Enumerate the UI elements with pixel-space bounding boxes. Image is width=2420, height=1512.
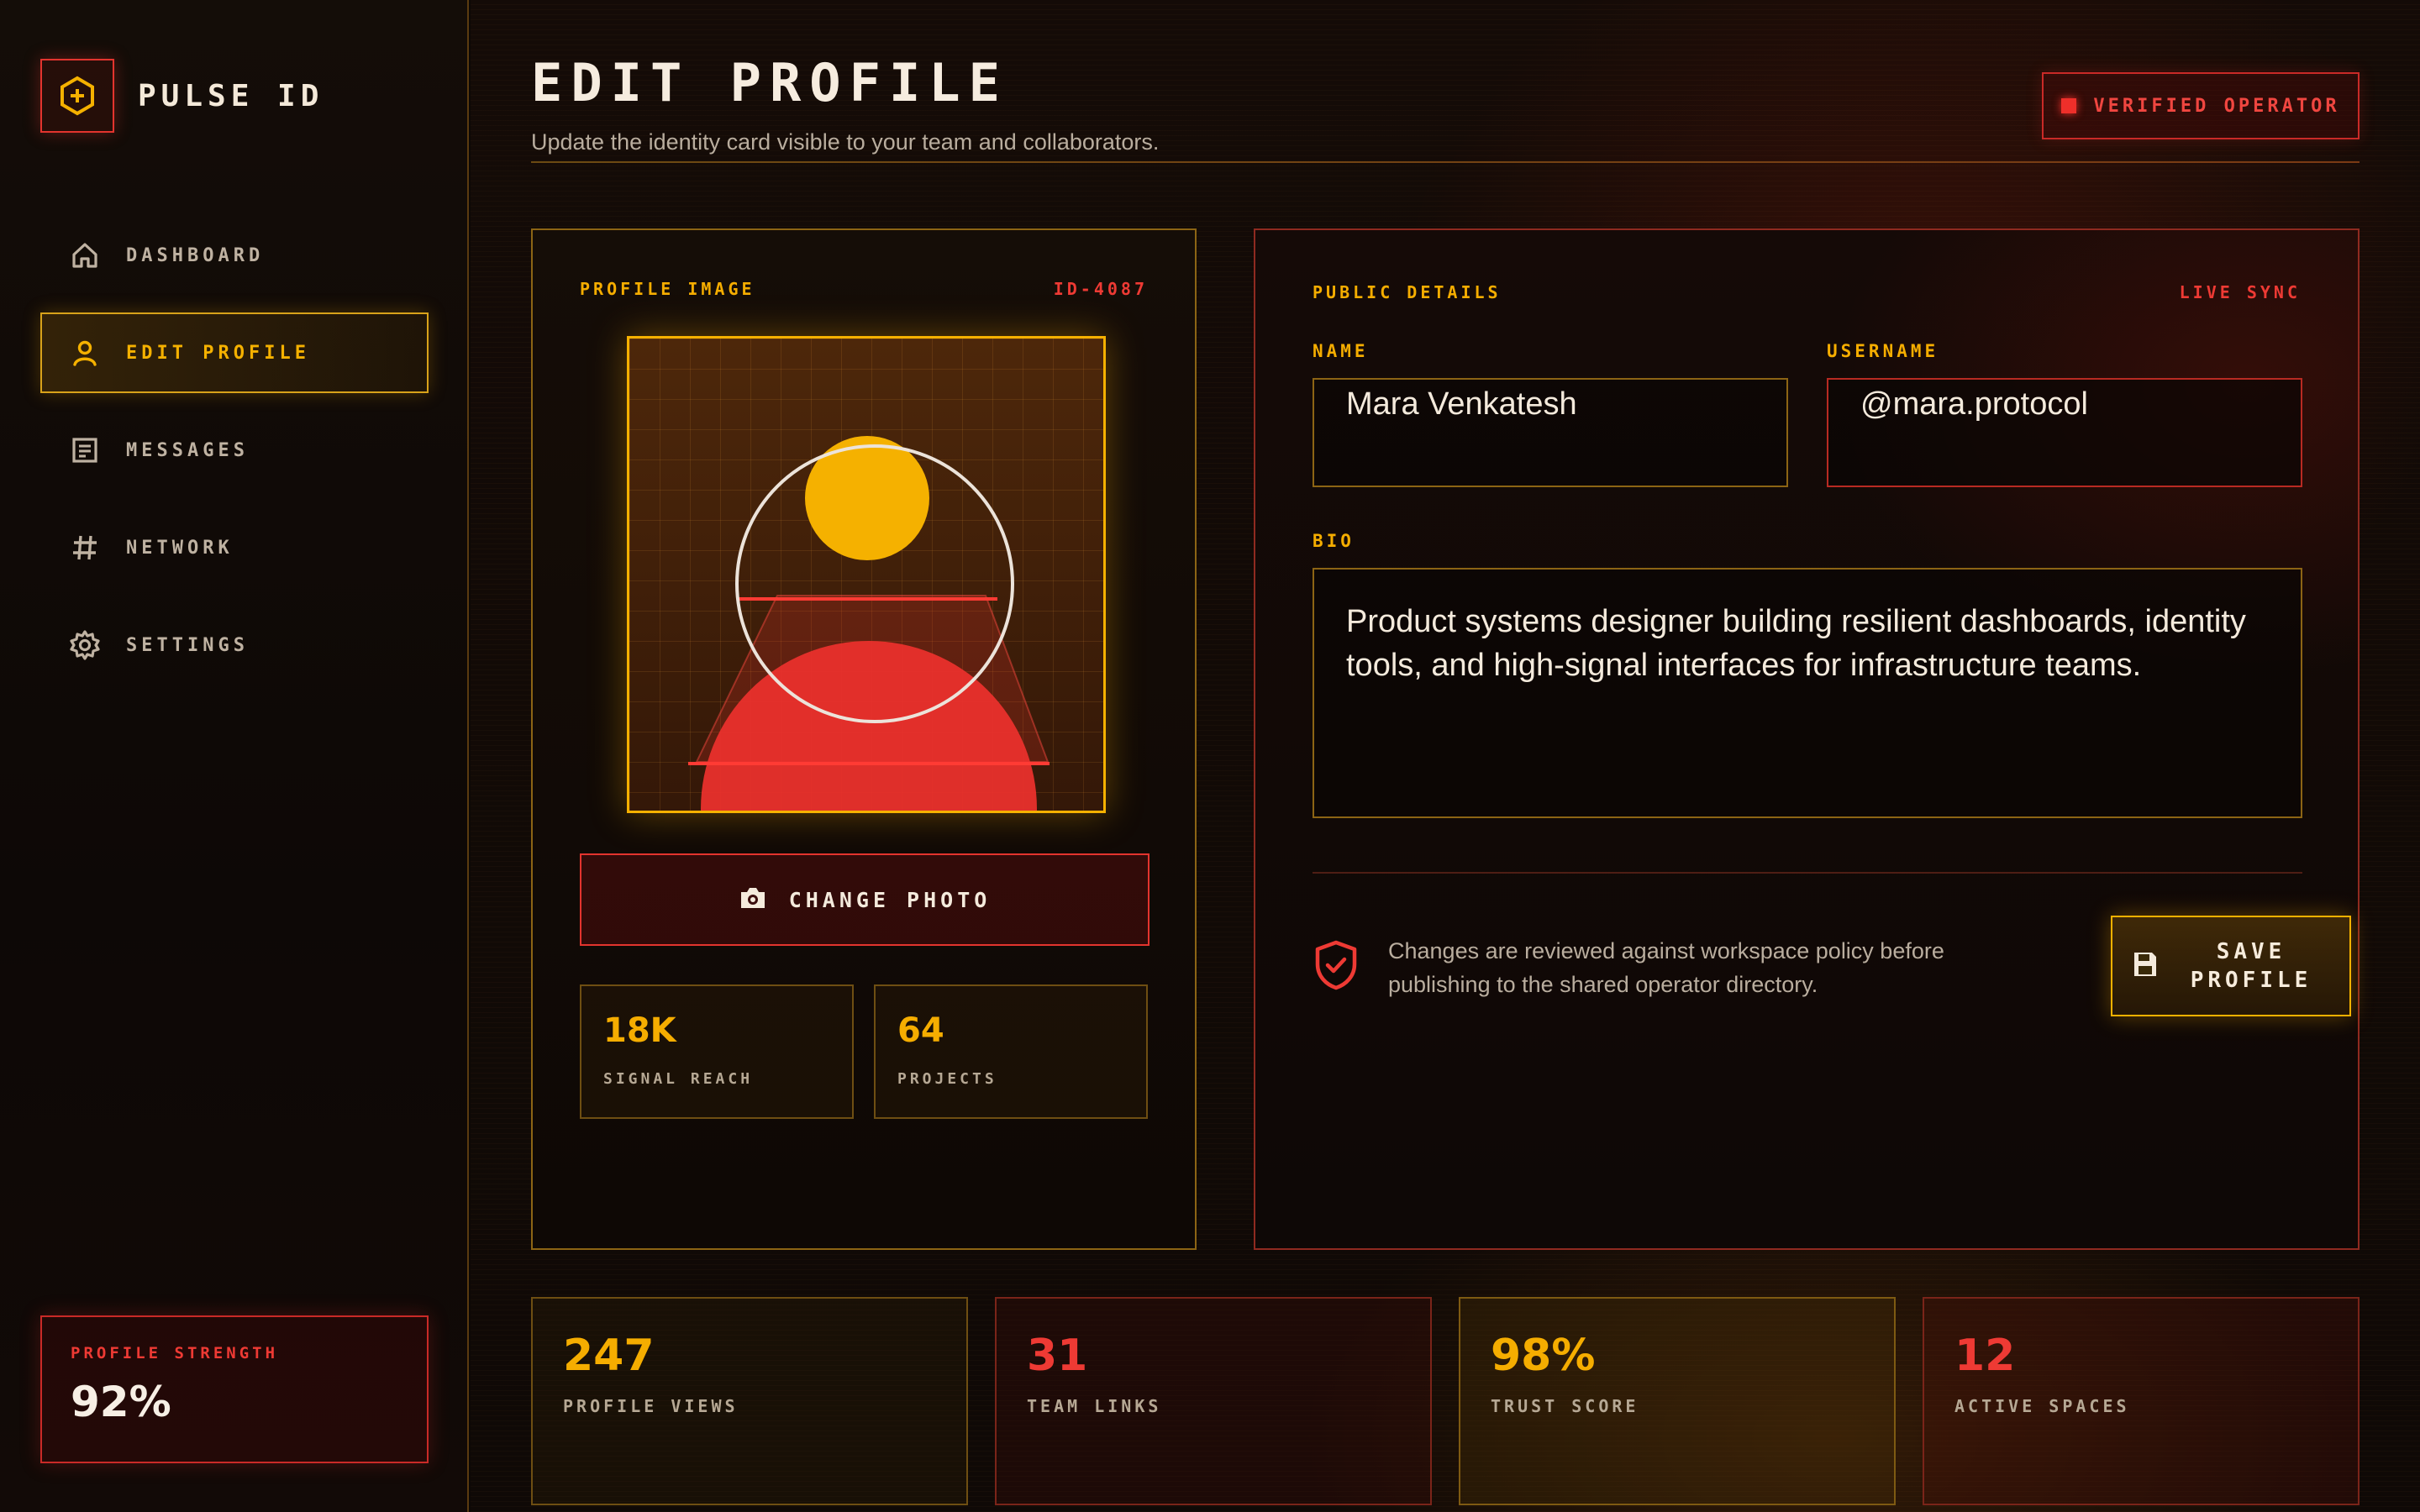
sidebar-item-messages[interactable]: MESSAGES bbox=[40, 410, 429, 491]
change-photo-label: CHANGE PHOTO bbox=[788, 887, 992, 912]
stat-value: 247 bbox=[563, 1331, 655, 1381]
stat-label: SIGNAL REACH bbox=[603, 1070, 754, 1088]
live-sync-status: LIVE SYNC bbox=[2179, 282, 2301, 302]
hash-icon bbox=[69, 532, 101, 564]
user-icon bbox=[69, 337, 101, 369]
stat-label: PROJECTS bbox=[897, 1070, 997, 1088]
sidebar-item-settings[interactable]: SETTINGS bbox=[40, 605, 429, 685]
sidebar: PULSE ID DASHBOARD EDIT PROFILE MESSAGES… bbox=[0, 0, 469, 1512]
name-label: NAME bbox=[1313, 341, 1369, 361]
stat-value: 18K bbox=[603, 1011, 676, 1050]
profile-strength-label: PROFILE STRENGTH bbox=[71, 1344, 279, 1362]
camera-icon bbox=[739, 885, 767, 914]
profile-strength-value: 92% bbox=[71, 1378, 171, 1426]
verified-badge-label: VERIFIED OPERATOR bbox=[2093, 95, 2340, 117]
projects-stat: 64 PROJECTS bbox=[874, 984, 1148, 1119]
verified-badge: VERIFIED OPERATOR bbox=[2042, 72, 2360, 139]
bio-label: BIO bbox=[1313, 531, 1355, 551]
shield-check-icon bbox=[1313, 939, 1360, 995]
bio-textarea[interactable]: Product systems designer building resili… bbox=[1313, 568, 2302, 818]
sidebar-nav: DASHBOARD EDIT PROFILE MESSAGES NETWORK … bbox=[40, 215, 429, 702]
trust-score-stat: 98% TRUST SCORE bbox=[1459, 1297, 1896, 1505]
stat-label: TEAM LINKS bbox=[1027, 1396, 1162, 1416]
save-profile-label: SAVE PROFILE bbox=[2190, 939, 2312, 993]
home-icon bbox=[69, 239, 101, 271]
brand-logo-icon bbox=[40, 59, 114, 133]
sidebar-item-label: NETWORK bbox=[126, 537, 234, 559]
sidebar-item-label: SETTINGS bbox=[126, 634, 249, 656]
page-subtitle: Update the identity card visible to your… bbox=[531, 129, 1160, 155]
username-input[interactable]: @mara.protocol bbox=[1827, 378, 2302, 487]
stat-value: 12 bbox=[1954, 1331, 2016, 1381]
sidebar-item-label: MESSAGES bbox=[126, 439, 249, 461]
save-profile-button[interactable]: SAVE PROFILE bbox=[2111, 916, 2351, 1016]
public-details-card: PUBLIC DETAILS LIVE SYNC NAME Mara Venka… bbox=[1254, 228, 2360, 1250]
policy-notice: Changes are reviewed against workspace p… bbox=[1388, 938, 1944, 997]
team-links-stat: 31 TEAM LINKS bbox=[995, 1297, 1432, 1505]
floppy-disk-icon bbox=[2133, 951, 2158, 981]
messages-icon bbox=[69, 434, 101, 466]
profile-image-card: PROFILE IMAGE ID-4087 CHANGE PHOTO 18K S… bbox=[531, 228, 1197, 1250]
public-details-label: PUBLIC DETAILS bbox=[1313, 282, 1502, 302]
profile-strength-card: PROFILE STRENGTH 92% bbox=[40, 1315, 429, 1463]
stat-value: 64 bbox=[897, 1011, 944, 1050]
signal-reach-stat: 18K SIGNAL REACH bbox=[580, 984, 854, 1119]
details-divider bbox=[1313, 872, 2302, 874]
header-divider bbox=[531, 161, 2360, 163]
main-content: EDIT PROFILE Update the identity card vi… bbox=[471, 0, 2420, 1512]
change-photo-button[interactable]: CHANGE PHOTO bbox=[580, 853, 1150, 946]
profile-photo[interactable] bbox=[627, 336, 1106, 813]
stat-label: PROFILE VIEWS bbox=[563, 1396, 739, 1416]
sidebar-item-edit-profile[interactable]: EDIT PROFILE bbox=[40, 312, 429, 393]
status-dot-icon bbox=[2061, 98, 2077, 113]
stat-label: TRUST SCORE bbox=[1491, 1396, 1639, 1416]
sidebar-item-dashboard[interactable]: DASHBOARD bbox=[40, 215, 429, 296]
sidebar-item-network[interactable]: NETWORK bbox=[40, 507, 429, 588]
name-input[interactable]: Mara Venkatesh bbox=[1313, 378, 1788, 487]
page-title: EDIT PROFILE bbox=[531, 52, 1008, 113]
profile-views-stat: 247 PROFILE VIEWS bbox=[531, 1297, 968, 1505]
profile-image-label: PROFILE IMAGE bbox=[580, 279, 755, 299]
sidebar-item-label: EDIT PROFILE bbox=[126, 342, 310, 364]
sidebar-item-label: DASHBOARD bbox=[126, 244, 265, 266]
username-label: USERNAME bbox=[1827, 341, 1939, 361]
active-spaces-stat: 12 ACTIVE SPACES bbox=[1923, 1297, 2360, 1505]
stat-value: 98% bbox=[1491, 1331, 1596, 1381]
profile-id: ID-4087 bbox=[1053, 279, 1148, 299]
brand-name: PULSE ID bbox=[138, 78, 324, 113]
gear-icon bbox=[69, 629, 101, 661]
avatar-illustration bbox=[688, 436, 1050, 811]
stat-value: 31 bbox=[1027, 1331, 1088, 1381]
brand[interactable]: PULSE ID bbox=[40, 59, 324, 133]
stat-label: ACTIVE SPACES bbox=[1954, 1396, 2130, 1416]
